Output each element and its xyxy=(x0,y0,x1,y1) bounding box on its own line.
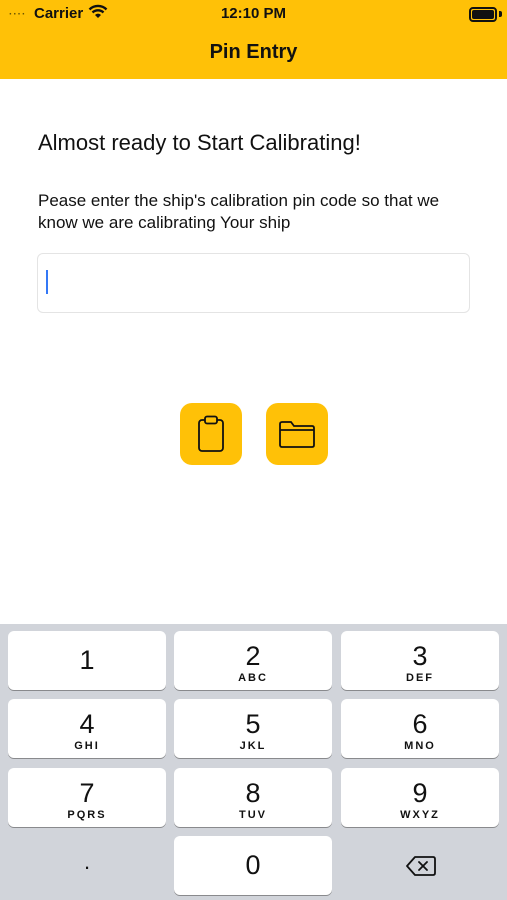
key-letters: TUV xyxy=(239,809,267,821)
calibration-heading: Almost ready to Start Calibrating! xyxy=(38,130,361,155)
key-7[interactable]: 7 PQRS xyxy=(8,768,166,827)
paste-button[interactable] xyxy=(180,403,242,465)
key-9[interactable]: 9 WXYZ xyxy=(341,768,499,827)
clipboard-icon xyxy=(198,415,224,452)
key-number: 4 xyxy=(79,709,95,739)
backspace-icon xyxy=(406,855,436,876)
key-1[interactable]: 1 xyxy=(8,631,166,690)
key-letters: MNO xyxy=(404,740,436,752)
navigation-bar: ···· Carrier 12:10 PM Pin Entry xyxy=(0,0,507,79)
key-dot[interactable]: . xyxy=(8,836,166,895)
folder-icon xyxy=(279,421,315,448)
battery-icon xyxy=(469,7,497,22)
key-8[interactable]: 8 TUV xyxy=(174,768,332,827)
calibration-description: Pease enter the ship's calibration pin c… xyxy=(38,191,440,232)
clock: 12:10 PM xyxy=(220,5,287,22)
key-letters: DEF xyxy=(406,672,434,684)
key-4[interactable]: 4 GHI xyxy=(8,699,166,758)
battery-tip-icon xyxy=(499,11,502,17)
delete-key[interactable] xyxy=(342,836,500,895)
key-2[interactable]: 2 ABC xyxy=(174,631,332,690)
key-0[interactable]: 0 xyxy=(174,836,332,895)
key-number: 7 xyxy=(79,778,95,808)
key-letters: GHI xyxy=(74,740,100,752)
key-5[interactable]: 5 JKL xyxy=(174,699,332,758)
key-6[interactable]: 6 MNO xyxy=(341,699,499,758)
key-letters: WXYZ xyxy=(400,809,440,821)
key-3[interactable]: 3 DEF xyxy=(341,631,499,690)
key-letters: JKL xyxy=(239,740,267,752)
key-number: 0 xyxy=(245,850,261,880)
key-number: 3 xyxy=(412,641,428,671)
key-letters: ABC xyxy=(238,672,268,684)
key-number: 2 xyxy=(245,641,261,671)
status-bar: ···· Carrier 12:10 PM xyxy=(0,0,507,28)
key-number: 6 xyxy=(412,709,428,739)
key-number: 8 xyxy=(245,778,261,808)
pin-code-input[interactable] xyxy=(37,253,470,313)
page-title: Pin Entry xyxy=(209,41,298,63)
text-caret xyxy=(46,270,48,294)
open-file-button[interactable] xyxy=(266,403,328,465)
key-letters: PQRS xyxy=(67,809,107,821)
key-number: 1 xyxy=(79,645,95,675)
key-number: 9 xyxy=(412,778,428,808)
key-number: 5 xyxy=(245,709,261,739)
